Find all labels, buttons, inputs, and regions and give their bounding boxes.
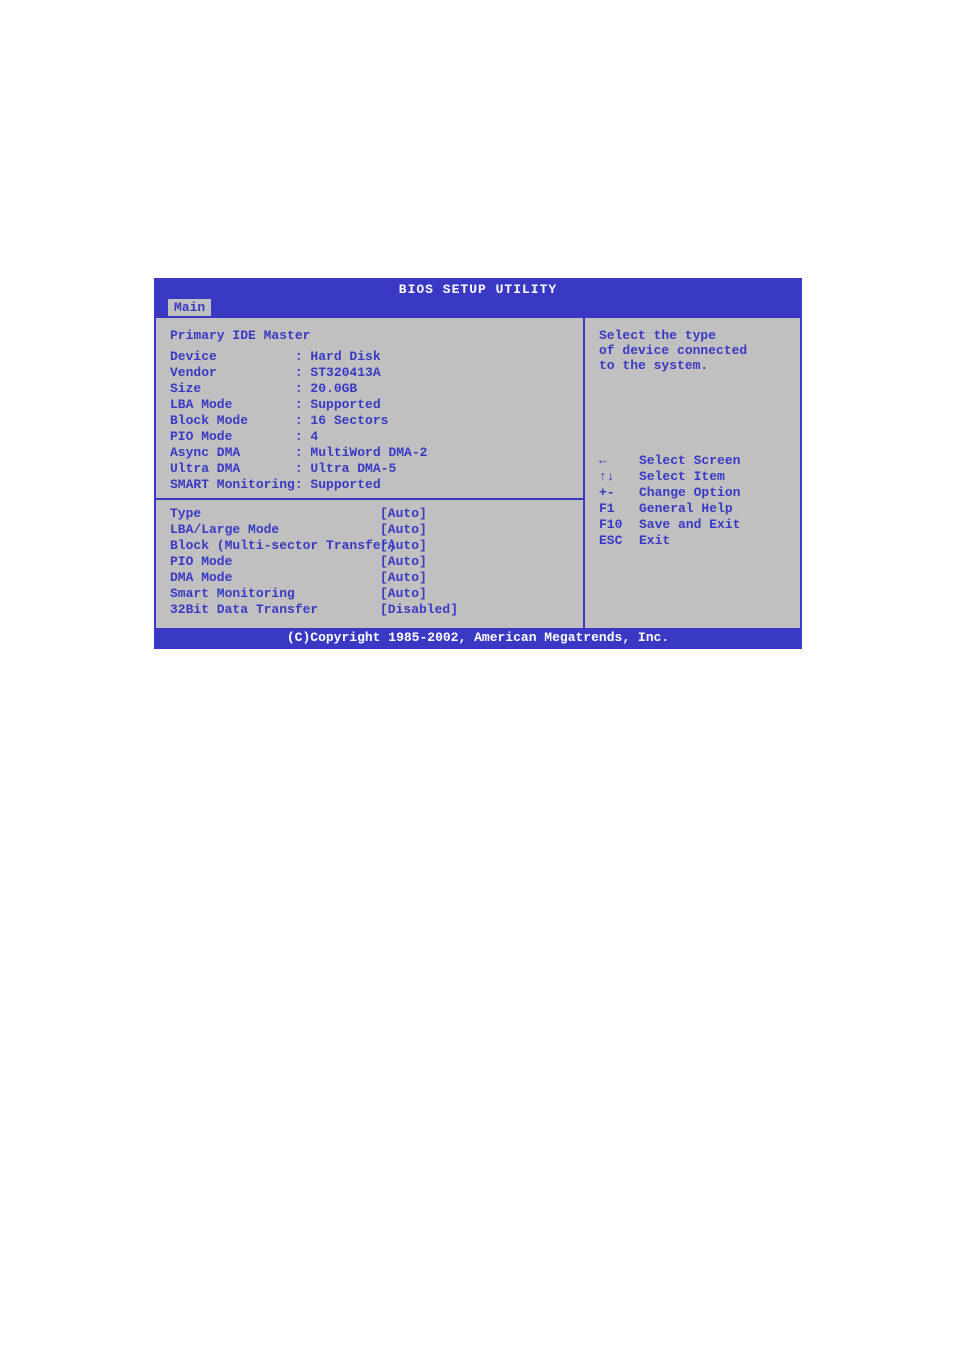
title-bar: BIOS SETUP UTILITY <box>156 280 800 299</box>
footer-bar: (C)Copyright 1985-2002, American Megatre… <box>156 628 800 647</box>
option-type[interactable]: Type[Auto] <box>170 506 569 521</box>
device-info-block: Device : Hard Disk Vendor : ST320413A Si… <box>170 349 569 492</box>
key-save-exit: F10Save and Exit <box>599 517 786 532</box>
option-block-transfer[interactable]: Block (Multi-sector Transfer)[Auto] <box>170 538 569 553</box>
arrow-updown-icon: ↑↓ <box>599 469 639 484</box>
option-lba-large-mode[interactable]: LBA/Large Mode[Auto] <box>170 522 569 537</box>
plusminus-icon: +- <box>599 485 639 500</box>
option-dma-mode[interactable]: DMA Mode[Auto] <box>170 570 569 585</box>
info-smart: SMART Monitoring: Supported <box>170 477 569 492</box>
key-exit: ESCExit <box>599 533 786 548</box>
tab-row: Main <box>156 299 800 316</box>
left-panel: Primary IDE Master Device : Hard Disk Ve… <box>156 318 585 628</box>
info-ultra-dma: Ultra DMA : Ultra DMA-5 <box>170 461 569 476</box>
key-change-option: +-Change Option <box>599 485 786 500</box>
info-size: Size : 20.0GB <box>170 381 569 396</box>
key-general-help: F1General Help <box>599 501 786 516</box>
info-async-dma: Async DMA : MultiWord DMA-2 <box>170 445 569 460</box>
option-32bit-transfer[interactable]: 32Bit Data Transfer[Disabled] <box>170 602 569 617</box>
bios-window: BIOS SETUP UTILITY Main Primary IDE Mast… <box>154 278 802 649</box>
option-pio-mode[interactable]: PIO Mode[Auto] <box>170 554 569 569</box>
option-smart-monitoring[interactable]: Smart Monitoring[Auto] <box>170 586 569 601</box>
section-title: Primary IDE Master <box>170 328 569 343</box>
divider <box>156 498 583 500</box>
info-pio-mode: PIO Mode : 4 <box>170 429 569 444</box>
info-device: Device : Hard Disk <box>170 349 569 364</box>
info-lba-mode: LBA Mode : Supported <box>170 397 569 412</box>
arrow-left-icon: ← <box>599 453 639 468</box>
main-area: Primary IDE Master Device : Hard Disk Ve… <box>156 316 800 628</box>
info-block-mode: Block Mode : 16 Sectors <box>170 413 569 428</box>
key-hints: ←Select Screen ↑↓Select Item +-Change Op… <box>599 453 786 548</box>
f10-key: F10 <box>599 517 639 532</box>
key-select-screen: ←Select Screen <box>599 453 786 468</box>
info-vendor: Vendor : ST320413A <box>170 365 569 380</box>
right-panel: Select the type of device connected to t… <box>585 318 800 628</box>
esc-key: ESC <box>599 533 639 548</box>
key-select-item: ↑↓Select Item <box>599 469 786 484</box>
help-text: Select the type of device connected to t… <box>599 328 786 373</box>
main-tab[interactable]: Main <box>168 299 211 316</box>
f1-key: F1 <box>599 501 639 516</box>
options-block: Type[Auto] LBA/Large Mode[Auto] Block (M… <box>170 506 569 617</box>
